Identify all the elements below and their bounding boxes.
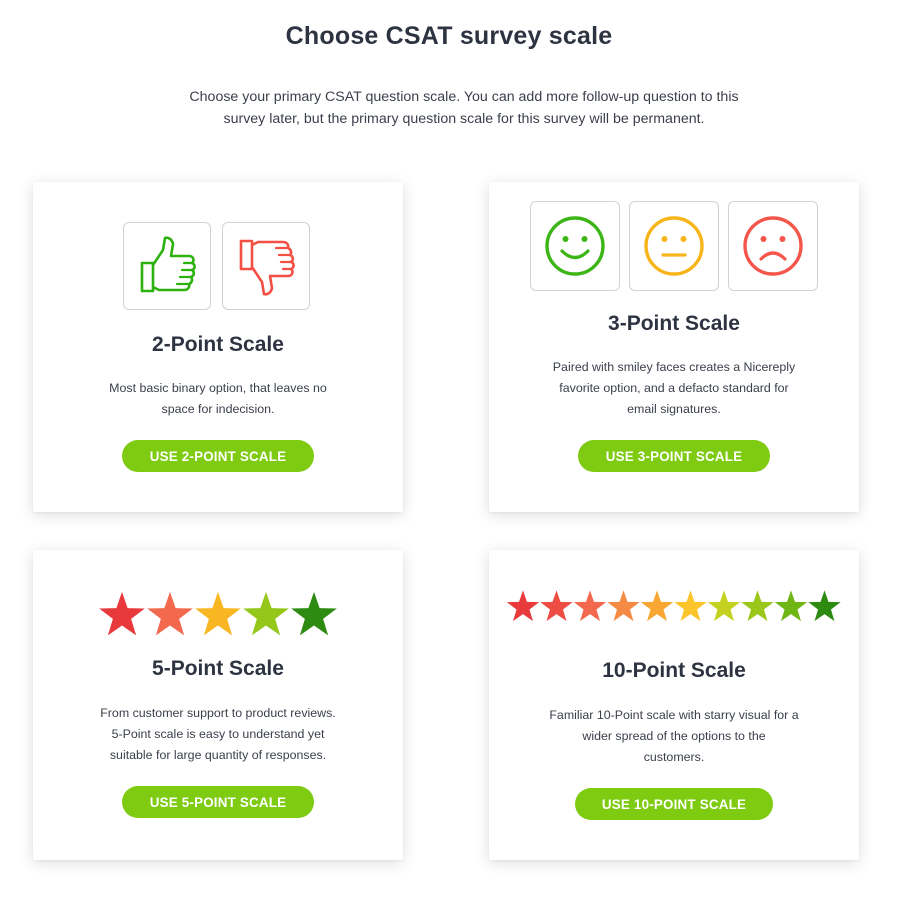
card-title: 2-Point Scale <box>152 333 284 356</box>
thumbs-down-icon <box>239 239 295 296</box>
card-title: 5-Point Scale <box>152 657 284 680</box>
desc-line: suitable for large quantity of responses… <box>109 748 327 762</box>
desc-line: email signatures. <box>627 402 721 416</box>
star-icon[interactable] <box>708 590 741 622</box>
desc-line: Familiar 10-Point scale with starry visu… <box>549 708 799 722</box>
thumbs-down-option[interactable] <box>222 222 310 310</box>
card-2-point: 2-Point Scale Most basic binary option, … <box>33 182 403 512</box>
intro-line-2: survey later, but the primary question s… <box>223 110 705 127</box>
desc-line: space for indecision. <box>161 402 275 416</box>
use-2-point-scale-button[interactable]: USE 2-POINT SCALE <box>122 440 314 472</box>
star-icon[interactable] <box>540 590 573 622</box>
star-icon[interactable] <box>741 590 774 622</box>
use-3-point-scale-button[interactable]: USE 3-POINT SCALE <box>578 440 770 472</box>
card-3-point: 3-Point Scale Paired with smiley faces c… <box>489 182 859 512</box>
desc-line: favorite option, and a defacto standard … <box>559 381 789 395</box>
ten-star-rating[interactable] <box>489 589 859 623</box>
card-description: Familiar 10-Point scale with starry visu… <box>514 705 834 768</box>
card-5-point: 5-Point Scale From customer support to p… <box>33 550 403 860</box>
desc-line: customers. <box>643 750 705 764</box>
desc-line: wider spread of the options to the <box>582 729 766 743</box>
five-star-rating[interactable] <box>33 590 403 638</box>
intro-text: Choose your primary CSAT question scale.… <box>160 87 768 130</box>
star-icon[interactable] <box>674 590 707 622</box>
intro-line-1: Choose your primary CSAT question scale.… <box>189 89 739 105</box>
sad-face-option[interactable] <box>728 201 818 291</box>
star-icon[interactable] <box>775 590 808 622</box>
page-title: Choose CSAT survey scale <box>285 22 613 50</box>
happy-face-option[interactable] <box>530 201 620 291</box>
star-icon[interactable] <box>147 591 193 636</box>
neutral-face-option[interactable] <box>629 201 719 291</box>
desc-line: Paired with smiley faces creates a Nicer… <box>552 360 796 374</box>
star-icon[interactable] <box>99 591 145 636</box>
star-icon[interactable] <box>607 590 640 622</box>
happy-face-icon <box>545 216 605 276</box>
card-description: Paired with smiley faces creates a Nicer… <box>524 357 824 420</box>
card-title: 10-Point Scale <box>602 659 746 682</box>
use-10-point-scale-button[interactable]: USE 10-POINT SCALE <box>575 788 773 820</box>
sad-face-icon <box>743 216 803 276</box>
star-row <box>99 591 337 636</box>
thumbs-up-option[interactable] <box>123 222 211 310</box>
card-10-point: 10-Point Scale Familiar 10-Point scale w… <box>489 550 859 860</box>
neutral-face-icon <box>644 216 704 276</box>
star-icon[interactable] <box>195 591 241 636</box>
card-description: From customer support to product reviews… <box>58 703 378 766</box>
star-icon[interactable] <box>574 590 607 622</box>
star-icon[interactable] <box>641 590 674 622</box>
star-icon[interactable] <box>291 591 337 636</box>
card-description: Most basic binary option, that leaves no… <box>68 378 368 420</box>
star-icon[interactable] <box>243 591 289 636</box>
star-icon[interactable] <box>507 590 540 622</box>
star-icon[interactable] <box>808 590 841 622</box>
card-title: 3-Point Scale <box>608 312 740 335</box>
desc-line: 5-Point scale is easy to understand yet <box>111 727 325 741</box>
desc-line: Most basic binary option, that leaves no <box>109 381 327 395</box>
use-5-point-scale-button[interactable]: USE 5-POINT SCALE <box>122 786 314 818</box>
star-row <box>507 590 841 622</box>
thumbs-up-icon <box>140 236 196 293</box>
desc-line: From customer support to product reviews… <box>100 706 336 720</box>
